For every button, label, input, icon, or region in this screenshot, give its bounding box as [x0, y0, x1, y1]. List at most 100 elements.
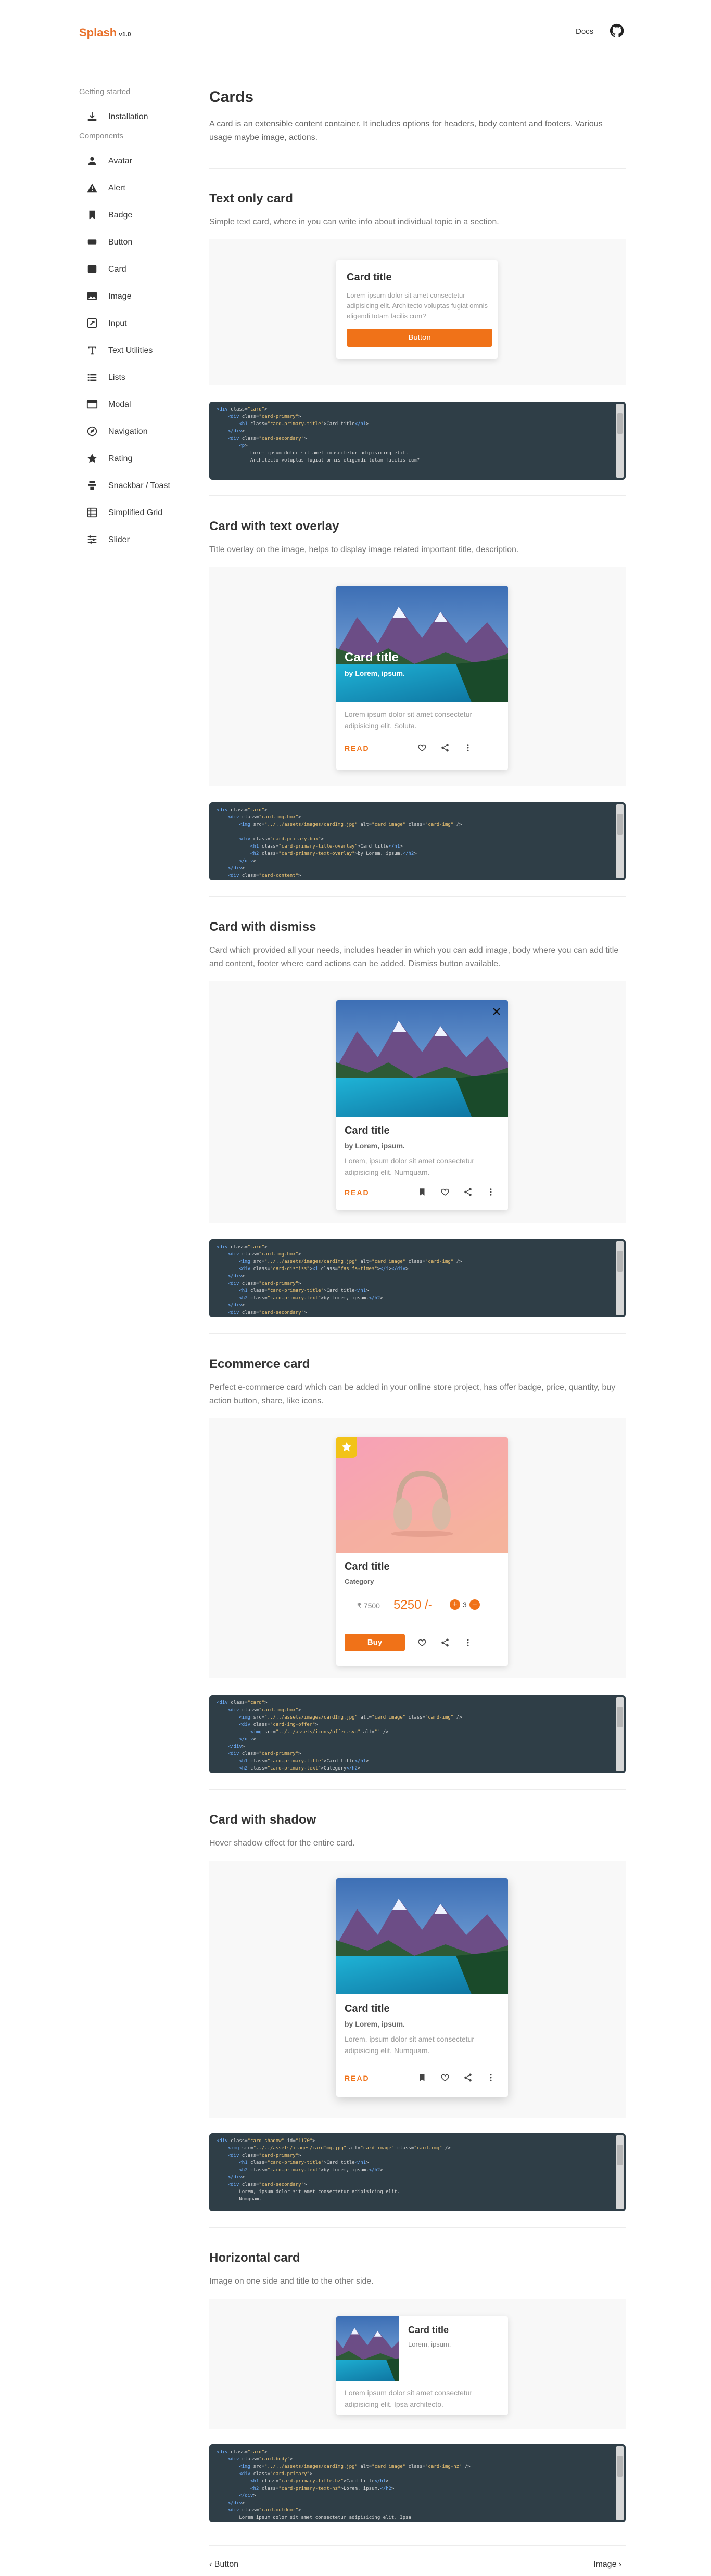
code-lines: <div class="card"> <div class="card-img-…: [217, 806, 610, 879]
card-subtitle: by Lorem, ipsum.: [345, 2020, 405, 2028]
read-button[interactable]: READ: [345, 1188, 370, 1197]
version-label: v1.0: [119, 31, 131, 38]
sidebar-item-installation[interactable]: Installation: [79, 104, 199, 131]
sidebar-item-image[interactable]: Image: [79, 283, 199, 310]
code-line: <div class="card shadow" id="1170">: [217, 2138, 315, 2144]
sidebar-item-text-utilities[interactable]: Text Utilities: [79, 337, 199, 364]
slider-icon: [87, 535, 97, 544]
sidebar-item-rating[interactable]: Rating: [79, 445, 199, 472]
card-button[interactable]: Button: [347, 329, 492, 347]
card-title: Card title: [347, 272, 392, 283]
code-line: </div>: [239, 2493, 256, 2498]
demo-area: Card title by Lorem, ipsum. Lorem, ipsum…: [209, 1861, 626, 2118]
heart-icon[interactable]: [417, 1638, 427, 1647]
code-line: </div>: [227, 2175, 245, 2180]
sidebar-item-input[interactable]: Input: [79, 310, 199, 337]
github-icon[interactable]: [609, 23, 625, 39]
bookmark-icon[interactable]: [417, 2073, 427, 2082]
code-line: <img src="../../assets/images/cardImg.jp…: [239, 1259, 462, 1264]
sidebar-item-slider[interactable]: Slider: [79, 527, 199, 554]
code-line: <div class="card-img-box">: [227, 815, 301, 820]
share-icon[interactable]: [463, 1187, 473, 1197]
code-line: <h1 class="card-primary-title">Card titl…: [239, 421, 369, 427]
code-scrollbar[interactable]: [616, 404, 624, 478]
shadow-card[interactable]: Card title by Lorem, ipsum. Lorem, ipsum…: [336, 1878, 508, 2097]
close-icon[interactable]: [492, 1007, 501, 1016]
heart-icon[interactable]: [440, 2073, 450, 2082]
read-button[interactable]: READ: [345, 744, 370, 752]
more-vertical-icon[interactable]: [486, 2073, 496, 2082]
code-line: <div class="card-primary">: [239, 2471, 313, 2477]
code-line: <h2 class="card-primary-text">by Lorem, …: [239, 1296, 383, 1301]
more-vertical-icon[interactable]: [463, 1638, 473, 1647]
share-icon[interactable]: [463, 2073, 473, 2082]
heart-icon[interactable]: [417, 743, 427, 752]
card-text: Lorem ipsum dolor sit amet consectetur a…: [345, 710, 473, 730]
quantity-stepper: + 3 −: [450, 1599, 480, 1610]
section-text-only-card: Text only card Simple text card, where i…: [209, 191, 626, 480]
sidebar-item-avatar[interactable]: Avatar: [79, 148, 199, 175]
code-scrollbar[interactable]: [616, 1241, 624, 1315]
star-icon: [341, 1442, 352, 1452]
code-block[interactable]: <div class="card"> <div class="card-img-…: [209, 802, 626, 880]
section-title: Ecommerce card: [209, 1357, 310, 1371]
brand-logo[interactable]: Splash v1.0: [79, 26, 131, 40]
code-scrollbar[interactable]: [616, 2135, 624, 2209]
code-line: <div class="card-primary">: [227, 2153, 301, 2158]
buy-button[interactable]: Buy: [345, 1634, 405, 1651]
card-title: Card title: [345, 1125, 390, 1136]
sidebar-item-lists[interactable]: Lists: [79, 364, 199, 391]
code-block[interactable]: <div class="card"> <div class="card-body…: [209, 2444, 626, 2522]
button-icon: [87, 239, 97, 245]
code-scrollbar[interactable]: [616, 804, 624, 878]
minus-icon[interactable]: −: [469, 1599, 480, 1610]
code-line: Architecto voluptas fugiat omnis eligend…: [217, 458, 420, 463]
sidebar-item-badge[interactable]: Badge: [79, 202, 199, 229]
next-page-link[interactable]: Image ›: [593, 2560, 621, 2569]
card-actions: [417, 2073, 496, 2082]
plus-icon[interactable]: +: [450, 1599, 460, 1610]
code-line: <p>: [239, 443, 248, 448]
code-line: <div class="card-dismiss"><i class="fas …: [239, 1266, 409, 1272]
docs-link[interactable]: Docs: [576, 27, 593, 36]
sidebar-item-alert[interactable]: Alert: [79, 175, 199, 202]
sidebar-heading-components: Components: [79, 132, 124, 140]
demo-area: Card title by Lorem, ipsum. Lorem ipsum …: [209, 567, 626, 786]
input-icon: [87, 318, 97, 328]
sidebar-item-button[interactable]: Button: [79, 229, 199, 256]
prev-page-link[interactable]: ‹ Button: [209, 2560, 238, 2569]
heart-icon[interactable]: [440, 1187, 450, 1197]
code-scrollbar[interactable]: [616, 1697, 624, 1771]
card-image: [336, 1000, 508, 1117]
bookmark-icon[interactable]: [417, 1187, 427, 1197]
more-vertical-icon[interactable]: [463, 743, 473, 752]
code-line: Lorem, ipsum dolor sit amet consectetur …: [217, 2189, 400, 2195]
code-scrollbar[interactable]: [616, 2446, 624, 2520]
card-image: [336, 1437, 508, 1553]
more-vertical-icon[interactable]: [486, 1187, 496, 1197]
read-button[interactable]: READ: [345, 2074, 370, 2082]
sidebar-item-snackbar-toast[interactable]: Snackbar / Toast: [79, 472, 199, 499]
code-lines: <div class="card"> <div class="card-img-…: [217, 1699, 610, 1772]
section-desc: Simple text card, where in you can write…: [209, 217, 499, 226]
overlay-card: Card title by Lorem, ipsum. Lorem ipsum …: [336, 586, 508, 770]
text-card: Card title Lorem ipsum dolor sit amet co…: [336, 260, 498, 359]
section-desc: Card which provided all your needs, incl…: [209, 946, 619, 968]
code-line: <div class="card-img-box">: [227, 1252, 301, 1257]
share-icon[interactable]: [440, 1638, 450, 1647]
card-actions: [417, 1187, 496, 1197]
sidebar-item-modal[interactable]: Modal: [79, 391, 199, 418]
code-line: Numquam.: [217, 2197, 262, 2202]
code-block[interactable]: <div class="card"> <div class="card-img-…: [209, 1695, 626, 1773]
share-icon[interactable]: [440, 743, 450, 752]
card-title: Card title: [408, 2325, 449, 2335]
sidebar-item-simplified-grid[interactable]: Simplified Grid: [79, 499, 199, 527]
code-block[interactable]: <div class="card"> <div class="card-prim…: [209, 402, 626, 480]
code-block[interactable]: <div class="card shadow" id="1170"> <img…: [209, 2133, 626, 2211]
code-line: <div class="card">: [217, 2450, 268, 2455]
code-block[interactable]: <div class="card"> <div class="card-img-…: [209, 1239, 626, 1317]
sidebar-item-navigation[interactable]: Navigation: [79, 418, 199, 445]
sidebar-item-card[interactable]: Card: [79, 256, 199, 283]
code-line: <div class="card">: [217, 407, 268, 412]
